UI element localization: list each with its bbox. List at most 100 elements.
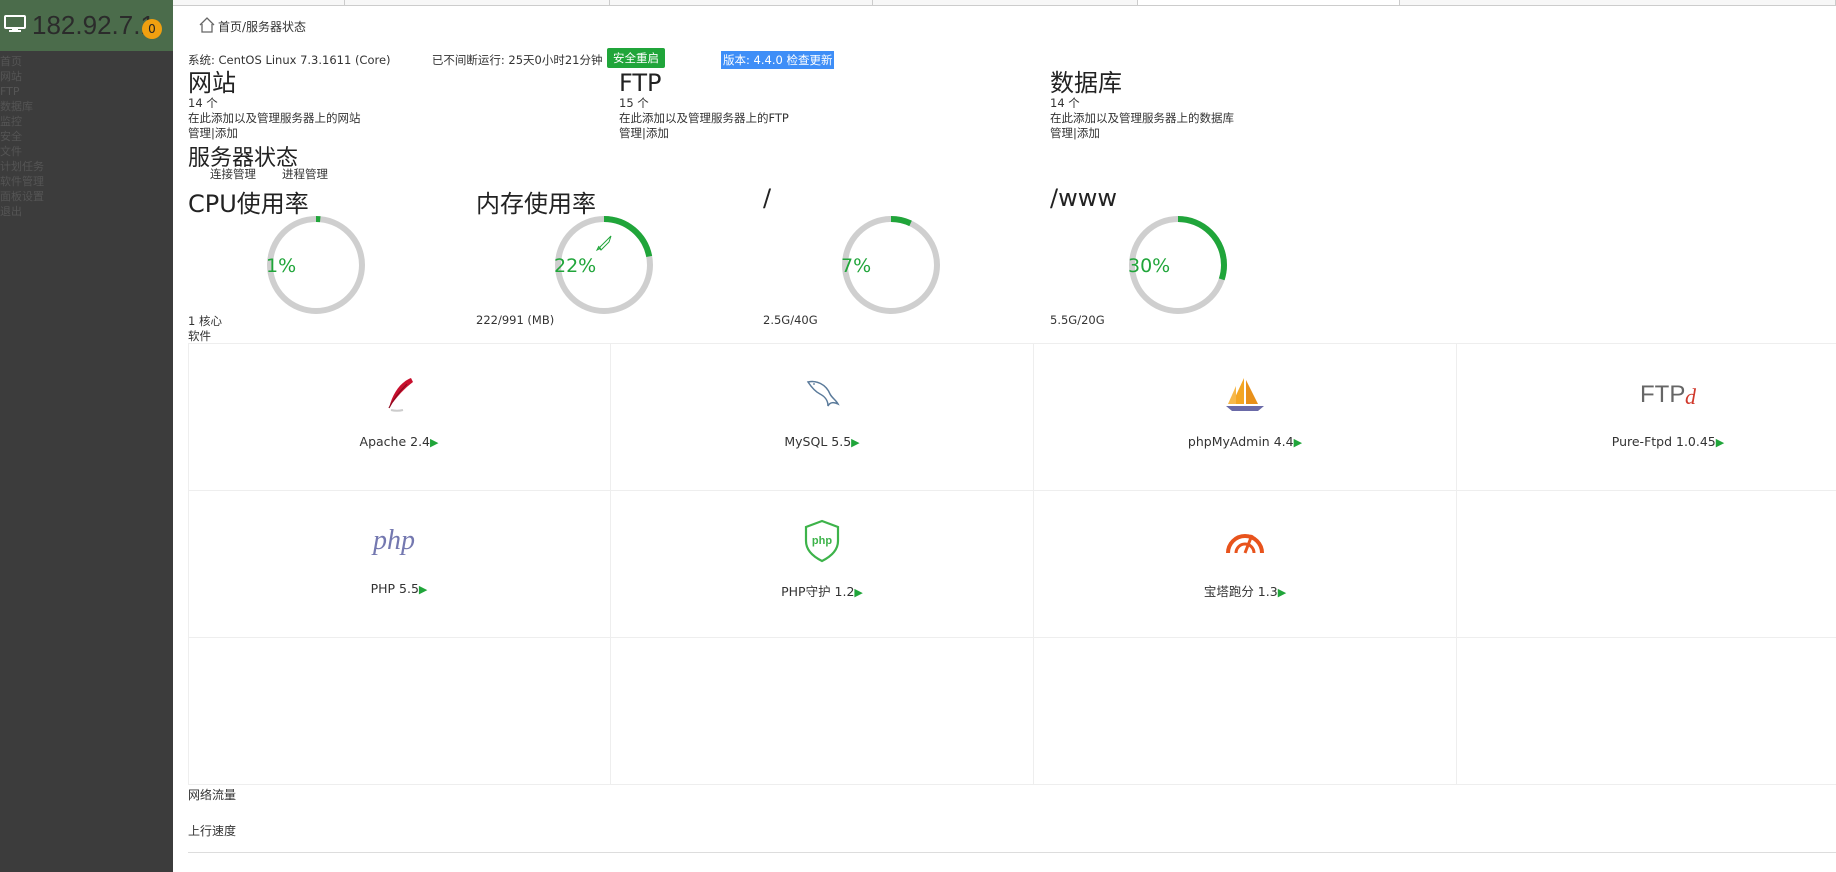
- monitor-icon: [4, 14, 26, 37]
- mysql-dolphin-icon: [792, 372, 852, 416]
- software-cell-empty: [611, 638, 1034, 785]
- sites-box: 网站 14 个 在此添加以及管理服务器上的网站 管理|添加: [188, 70, 361, 141]
- sidebar-item-database[interactable]: 数据库: [0, 99, 44, 114]
- software-cell-empty: [1457, 638, 1836, 785]
- notification-badge[interactable]: 0: [142, 19, 162, 39]
- play-icon: ▶: [1277, 586, 1287, 599]
- sites-desc: 在此添加以及管理服务器上的网站: [188, 111, 361, 125]
- sites-title: 网站: [188, 69, 236, 97]
- main-content: 首页/服务器状态 系统: CentOS Linux 7.3.1611 (Core…: [173, 6, 1836, 872]
- software-name: Apache 2.4▶: [359, 434, 439, 449]
- play-icon: ▶: [1293, 436, 1303, 449]
- software-cell-phpguard[interactable]: php PHP守护 1.2▶: [611, 491, 1034, 638]
- www-disk-gauge: /www 30% 5.5G/20G: [1050, 184, 1310, 344]
- upload-speed-label: 上行速度: [188, 824, 237, 838]
- software-cell-mysql[interactable]: MySQL 5.5▶: [611, 344, 1034, 491]
- software-name: MySQL 5.5▶: [784, 434, 860, 449]
- php-logo-icon: php: [369, 519, 429, 563]
- sidebar-header: 182.92.7.1 0: [0, 0, 173, 51]
- ftpd-logo-icon: FTP d: [1638, 372, 1698, 416]
- sidebar-item-cron[interactable]: 计划任务: [0, 159, 44, 174]
- gauge-percent: 1%: [266, 255, 297, 277]
- phpmyadmin-sailboat-icon: [1215, 372, 1275, 416]
- software-name: 宝塔跑分 1.3▶: [1203, 584, 1287, 599]
- connections-link[interactable]: 连接管理: [210, 166, 256, 182]
- memory-gauge: 内存使用率 22% 222/991 (MB): [476, 184, 736, 344]
- software-cell-empty: [1457, 491, 1836, 638]
- breadcrumb: 首页/服务器状态: [198, 16, 306, 37]
- software-name: phpMyAdmin 4.4▶: [1187, 434, 1303, 449]
- gauge-sub: 2.5G/40G: [763, 313, 818, 327]
- network-traffic-title: 网络流量: [188, 788, 237, 802]
- software-grid: Apache 2.4▶ MySQL 5.5▶ phpMyAdmin 4.4▶ F…: [188, 343, 1836, 785]
- software-name: Pure-Ftpd 1.0.45▶: [1611, 434, 1725, 449]
- apache-feather-icon: [369, 372, 429, 416]
- ftp-title: FTP: [619, 69, 662, 97]
- gauge-sub: 5.5G/20G: [1050, 313, 1105, 327]
- software-name: PHP守护 1.2▶: [781, 584, 863, 599]
- database-links[interactable]: 管理|添加: [1050, 126, 1234, 141]
- sidebar: 182.92.7.1 0 首页 网站 FTP 数据库 监控 安全 文件 计划任务…: [0, 0, 173, 872]
- sidebar-item-monitor[interactable]: 监控: [0, 114, 44, 129]
- software-cell-pureftpd[interactable]: FTP d Pure-Ftpd 1.0.45▶: [1457, 344, 1836, 491]
- play-icon: ▶: [418, 583, 428, 596]
- sidebar-item-security[interactable]: 安全: [0, 129, 44, 144]
- database-box: 数据库 14 个 在此添加以及管理服务器上的数据库 管理|添加: [1050, 70, 1234, 141]
- database-desc: 在此添加以及管理服务器上的数据库: [1050, 111, 1234, 125]
- rocket-icon: [595, 235, 612, 252]
- svg-text:php: php: [812, 535, 832, 547]
- software-cell-phpmyadmin[interactable]: phpMyAdmin 4.4▶: [1034, 344, 1457, 491]
- gauge-title: /: [763, 184, 772, 212]
- software-cell-benchmark[interactable]: 宝塔跑分 1.3▶: [1034, 491, 1457, 638]
- sidebar-item-logout[interactable]: 退出: [0, 204, 44, 219]
- gauge-sub: 222/991 (MB): [476, 313, 555, 327]
- gauge-sub: 1 核心: [188, 314, 222, 328]
- sidebar-item-settings[interactable]: 面板设置: [0, 189, 44, 204]
- home-icon[interactable]: [198, 16, 216, 37]
- play-icon: ▶: [854, 586, 863, 599]
- software-cell-empty: [188, 638, 611, 785]
- software-cell-php[interactable]: php PHP 5.5▶: [188, 491, 611, 638]
- divider: [188, 852, 1836, 853]
- svg-text:FTP: FTP: [1640, 381, 1685, 408]
- safe-restart-button[interactable]: 安全重启: [607, 48, 665, 68]
- system-info: 系统: CentOS Linux 7.3.1611 (Core) 已不间断运行:…: [188, 52, 602, 68]
- gauge-percent: 30%: [1128, 255, 1171, 277]
- php-shield-icon: php: [792, 519, 852, 563]
- breadcrumb-text[interactable]: 首页/服务器状态: [218, 18, 306, 35]
- version-update-link[interactable]: 版本: 4.4.0 检查更新: [721, 51, 835, 69]
- processes-link[interactable]: 进程管理: [282, 166, 328, 182]
- software-name: PHP 5.5▶: [370, 581, 428, 596]
- database-title: 数据库: [1050, 69, 1122, 97]
- ftp-links[interactable]: 管理|添加: [619, 126, 789, 141]
- software-cell-apache[interactable]: Apache 2.4▶: [188, 344, 611, 491]
- speedometer-icon: [1215, 519, 1275, 563]
- play-icon: ▶: [851, 436, 860, 449]
- gauge-percent: 7%: [841, 255, 872, 277]
- server-ip: 182.92.7.1: [32, 10, 155, 40]
- play-icon: ▶: [430, 436, 439, 449]
- ftp-count: 15 个: [619, 96, 649, 110]
- play-icon: ▶: [1715, 436, 1725, 449]
- software-label: 软件: [188, 329, 211, 343]
- sidebar-item-home[interactable]: 首页: [0, 54, 44, 69]
- ftp-box: FTP 15 个 在此添加以及管理服务器上的FTP 管理|添加: [619, 70, 789, 141]
- software-cell-empty: [1034, 638, 1457, 785]
- root-disk-gauge: / 7% 2.5G/40G: [763, 184, 1023, 344]
- cpu-gauge: CPU使用率 1% 1 核心: [188, 184, 448, 344]
- svg-text:d: d: [1685, 384, 1697, 409]
- sites-count: 14 个: [188, 96, 218, 110]
- sites-links[interactable]: 管理|添加: [188, 126, 361, 141]
- uptime: 已不间断运行: 25天0小时21分钟: [431, 53, 603, 67]
- sidebar-item-sites[interactable]: 网站: [0, 69, 44, 84]
- server-status-links: 连接管理 进程管理: [210, 166, 328, 182]
- ftp-desc: 在此添加以及管理服务器上的FTP: [619, 111, 789, 125]
- sidebar-item-software[interactable]: 软件管理: [0, 174, 44, 189]
- sidebar-item-ftp[interactable]: FTP: [0, 84, 44, 99]
- sidebar-menu: 首页 网站 FTP 数据库 监控 安全 文件 计划任务 软件管理 面板设置 退出: [0, 54, 44, 219]
- sidebar-item-files[interactable]: 文件: [0, 144, 44, 159]
- gauge-percent: 22%: [554, 255, 597, 277]
- gauge-title: /www: [1050, 184, 1117, 212]
- os-info: 系统: CentOS Linux 7.3.1611 (Core): [188, 53, 391, 67]
- database-count: 14 个: [1050, 96, 1080, 110]
